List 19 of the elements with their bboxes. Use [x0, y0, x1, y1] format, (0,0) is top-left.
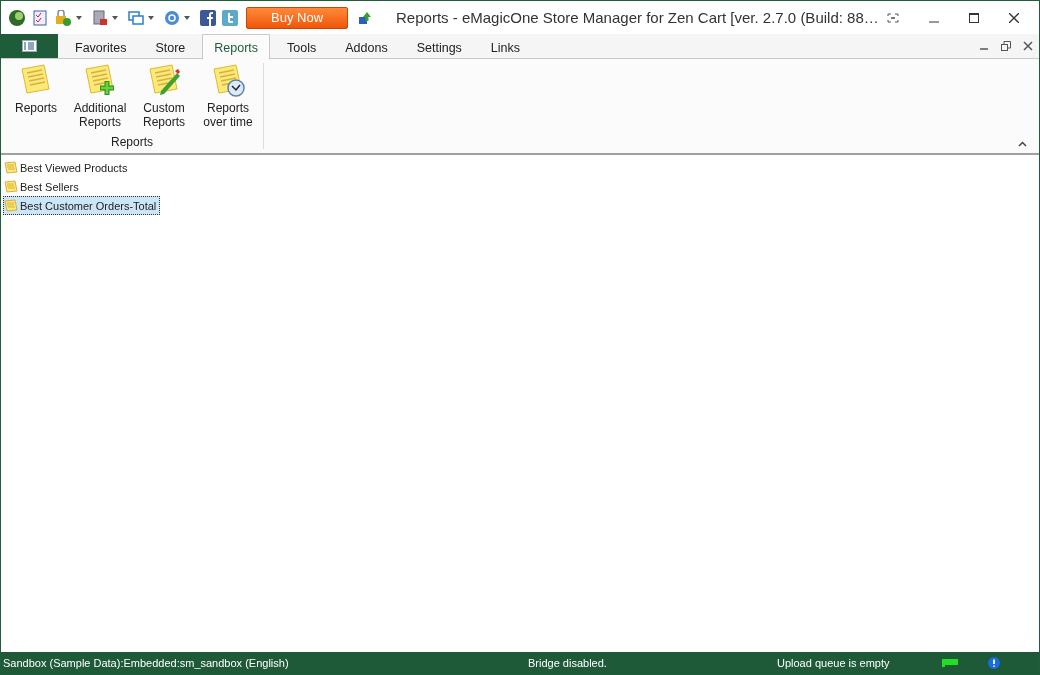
ribbon-tab[interactable]: Links: [478, 34, 533, 58]
ribbon-button[interactable]: Custom Reports: [133, 63, 195, 129]
ribbon-tab[interactable]: Reports: [202, 34, 271, 59]
ribbon-tab[interactable]: Tools: [275, 34, 329, 58]
ribbon-tab[interactable]: Store: [143, 34, 198, 58]
ribbon-tab[interactable]: Addons: [333, 34, 400, 58]
ribbon-tab[interactable]: Settings: [404, 34, 474, 58]
ribbon-button[interactable]: Additional Reports: [69, 63, 131, 129]
window-title: Reports - eMagicOne Store Manager for Zen Cart [ver. 2.7.0 (Build: 88…: [395, 9, 880, 26]
report-item[interactable]: Best Customer Orders-Total: [3, 196, 161, 215]
ribbon-tab[interactable]: Favorites: [63, 34, 139, 58]
report-item[interactable]: Best Sellers: [3, 177, 83, 196]
bridge-status: Bridge disabled.: [528, 657, 608, 669]
ribbon-button[interactable]: Reports over time: [197, 63, 259, 129]
upload-queue-status: Upload queue is empty: [777, 657, 891, 669]
connection-status: Sandbox (Sample Data):Embedded:sm_sandbox (English): [3, 657, 290, 669]
group-label: Reports: [111, 135, 153, 149]
ribbon-button[interactable]: Reports: [5, 63, 67, 129]
report-item[interactable]: Best Viewed Products: [3, 158, 132, 177]
